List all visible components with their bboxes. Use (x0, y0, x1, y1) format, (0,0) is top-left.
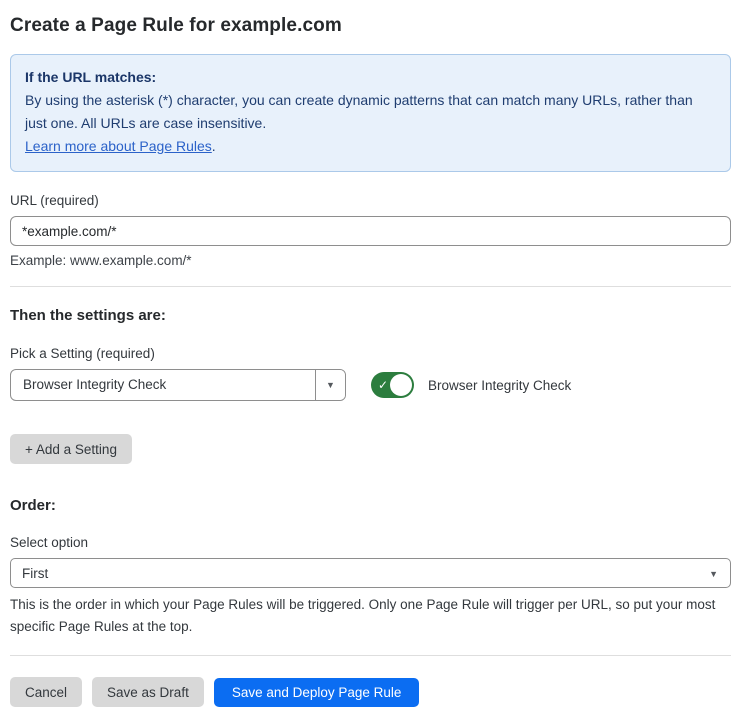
setting-dropdown-arrow-button[interactable]: ▼ (315, 370, 345, 400)
chevron-down-icon: ▼ (326, 380, 335, 390)
cancel-button[interactable]: Cancel (10, 677, 82, 707)
url-input[interactable] (10, 216, 731, 246)
order-select-label: Select option (10, 535, 731, 550)
check-icon: ✓ (378, 379, 388, 391)
setting-picker-label: Pick a Setting (required) (10, 346, 731, 361)
setting-dropdown[interactable]: Browser Integrity Check ▼ (10, 369, 346, 401)
save-deploy-button[interactable]: Save and Deploy Page Rule (214, 678, 420, 707)
toggle-knob (390, 374, 412, 396)
setting-dropdown-value: Browser Integrity Check (11, 370, 315, 400)
order-select-value: First (11, 566, 709, 581)
order-select[interactable]: First ▼ (10, 558, 731, 588)
info-box-body: By using the asterisk (*) character, you… (25, 89, 716, 135)
info-box-heading: If the URL matches: (25, 66, 716, 89)
toggle-label: Browser Integrity Check (428, 378, 571, 393)
info-box-link-line: Learn more about Page Rules. (25, 135, 716, 158)
footer-actions: Cancel Save as Draft Save and Deploy Pag… (10, 677, 731, 707)
url-match-info-box: If the URL matches: By using the asteris… (10, 54, 731, 172)
setting-row: Browser Integrity Check ▼ ✓ Browser Inte… (10, 369, 731, 401)
select-chevron-down-icon: ▼ (709, 564, 730, 582)
add-setting-button[interactable]: + Add a Setting (10, 434, 132, 464)
link-period: . (212, 138, 216, 154)
footer-divider (10, 655, 731, 656)
learn-more-link[interactable]: Learn more about Page Rules (25, 138, 212, 154)
browser-integrity-check-toggle[interactable]: ✓ (371, 372, 414, 398)
section-divider (10, 286, 731, 287)
url-field-label: URL (required) (10, 193, 731, 208)
settings-section-heading: Then the settings are: (10, 307, 731, 324)
save-draft-button[interactable]: Save as Draft (92, 677, 204, 707)
url-example-helper: Example: www.example.com/* (10, 253, 731, 268)
page-rule-form: Create a Page Rule for example.com If th… (10, 0, 731, 707)
page-title: Create a Page Rule for example.com (10, 15, 731, 37)
order-section-heading: Order: (10, 497, 731, 514)
order-helper-text: This is the order in which your Page Rul… (10, 594, 731, 638)
